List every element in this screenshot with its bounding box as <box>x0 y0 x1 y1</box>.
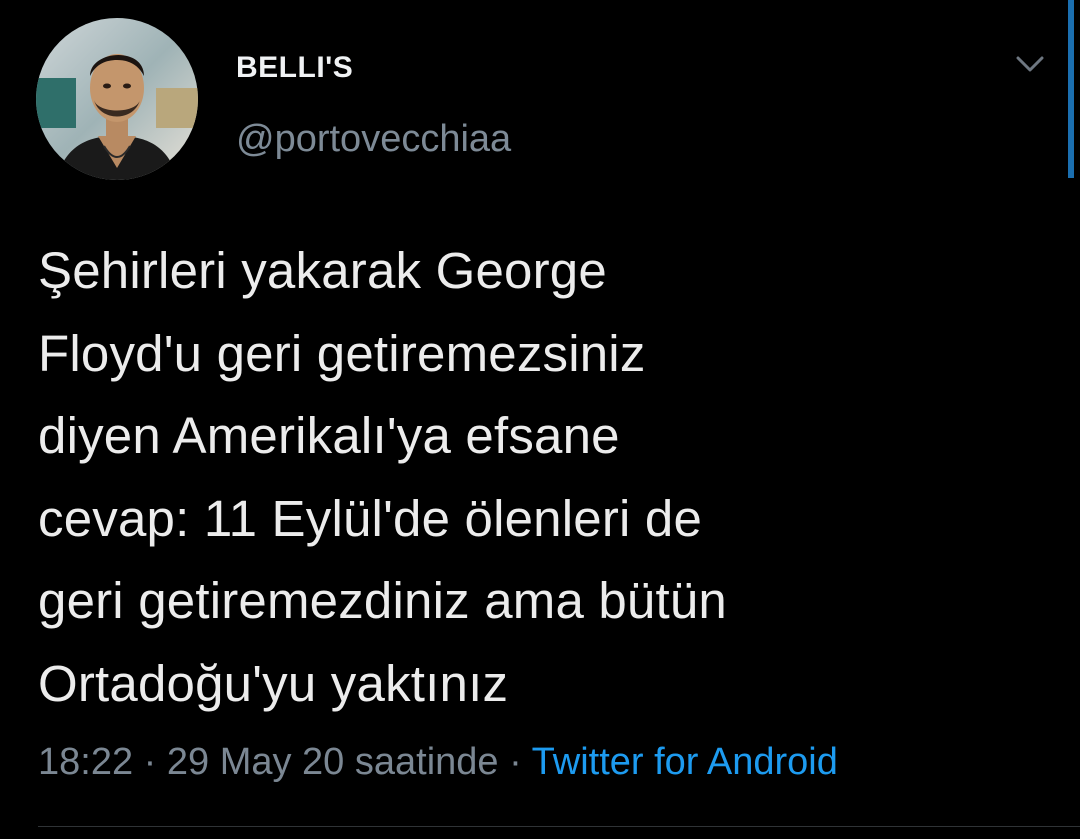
meta-separator: · <box>509 741 522 783</box>
tweet-text-line: diyen Amerikalı'ya efsane <box>38 407 620 464</box>
tweet-text-line: Floyd'u geri getiremezsiniz <box>38 324 646 382</box>
display-name[interactable]: BELLI'S <box>236 50 353 86</box>
tweet-text: Şehirleri yakarak George Floyd'u geri ge… <box>38 230 1048 725</box>
scroll-indicator <box>1068 0 1074 178</box>
user-handle[interactable]: @portovecchiaa <box>236 116 511 162</box>
avatar[interactable] <box>36 18 198 180</box>
avatar-image <box>36 18 198 180</box>
tweet-meta: 18:22 · 29 May 20 saatinde · Twitter for… <box>38 738 838 786</box>
tweet-text-line: Şehirleri yakarak George <box>38 242 607 299</box>
tweet-text-line: Ortadoğu'yu yaktınız <box>38 654 509 712</box>
tweet-time[interactable]: 18:22 <box>38 741 133 783</box>
tweet-source-link[interactable]: Twitter for Android <box>532 741 838 783</box>
chevron-down-icon[interactable] <box>1010 44 1050 84</box>
meta-separator: · <box>143 741 157 783</box>
divider <box>38 826 1080 827</box>
tweet-text-line: geri getiremezdiniz ama bütün <box>38 572 727 629</box>
tweet-date[interactable]: 29 May 20 saatinde <box>167 741 499 783</box>
tweet-text-line: cevap: 11 Eylül'de ölenleri de <box>38 489 703 547</box>
